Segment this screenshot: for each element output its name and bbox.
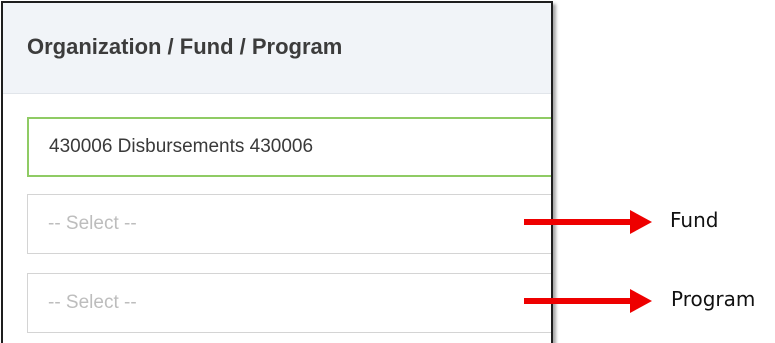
fund-annotation-label: Fund <box>670 208 719 232</box>
organization-select[interactable]: 430006 Disbursements 430006 <box>27 117 551 177</box>
program-select-placeholder: -- Select -- <box>48 292 137 313</box>
program-annotation-label: Program <box>671 287 756 311</box>
program-arrow-icon <box>524 289 652 313</box>
panel-title: Organization / Fund / Program <box>27 34 343 59</box>
program-select[interactable]: -- Select -- <box>27 273 551 333</box>
panel-header: Organization / Fund / Program <box>3 3 551 94</box>
fund-select-placeholder: -- Select -- <box>48 213 137 234</box>
fund-arrow-icon <box>524 210 652 234</box>
organization-select-value: 430006 Disbursements 430006 <box>49 136 314 157</box>
fund-select[interactable]: -- Select -- <box>27 194 551 254</box>
org-fund-program-panel: Organization / Fund / Program 430006 Dis… <box>1 1 553 343</box>
